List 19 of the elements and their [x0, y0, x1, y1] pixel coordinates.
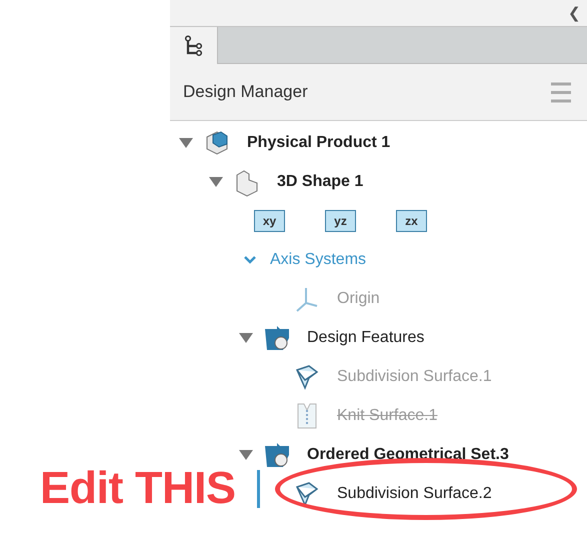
collapse-button[interactable]: ❮: [568, 6, 581, 20]
text-cursor: [257, 470, 260, 508]
chevron-icon[interactable]: [244, 256, 256, 264]
tree-item[interactable]: Physical Product 1: [247, 134, 390, 152]
plane-icon[interactable]: xy: [254, 210, 285, 232]
tree-item[interactable]: Design Features: [307, 328, 424, 346]
annotation-text: Edit THIS: [40, 462, 236, 514]
plane-icon[interactable]: zx: [396, 210, 427, 232]
panel-title: Design Manager: [183, 82, 308, 102]
triangle-icon[interactable]: [209, 176, 223, 186]
tree-icon: [184, 34, 204, 56]
plane-icon[interactable]: yz: [325, 210, 356, 232]
tree-tab[interactable]: [170, 27, 218, 64]
tree-item[interactable]: 3D Shape 1: [277, 172, 364, 190]
tree-item[interactable]: Subdivision Surface.2: [337, 484, 492, 502]
tree-item[interactable]: Ordered Geometrical Set.3: [307, 446, 509, 464]
triangle-icon[interactable]: [239, 450, 253, 460]
triangle-icon[interactable]: [239, 332, 253, 342]
triangle-icon[interactable]: [179, 138, 193, 148]
